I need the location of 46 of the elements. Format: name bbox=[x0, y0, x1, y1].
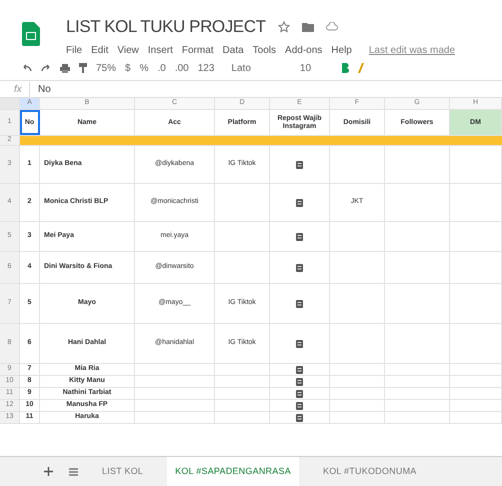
menu-item[interactable]: View bbox=[117, 42, 139, 58]
document-icon[interactable] bbox=[296, 160, 303, 168]
document-icon[interactable] bbox=[296, 366, 303, 374]
fx-label: fx bbox=[0, 82, 30, 96]
menu-item[interactable]: File bbox=[66, 42, 82, 58]
currency-button[interactable]: $ bbox=[125, 60, 131, 76]
menu-item[interactable]: Data bbox=[222, 42, 244, 58]
font-select[interactable]: Lato bbox=[231, 60, 251, 76]
print-icon[interactable] bbox=[60, 64, 70, 72]
redo-icon[interactable] bbox=[41, 64, 51, 72]
undo-icon[interactable] bbox=[22, 64, 32, 72]
menu-item[interactable]: Tools bbox=[252, 42, 276, 58]
menu-item[interactable]: Format bbox=[182, 42, 214, 58]
document-icon[interactable] bbox=[296, 264, 303, 272]
bold-icon[interactable] bbox=[341, 63, 350, 73]
document-icon[interactable] bbox=[296, 300, 303, 308]
sheet-list-icon[interactable] bbox=[69, 468, 78, 476]
document-icon[interactable] bbox=[296, 198, 303, 206]
menu-item[interactable]: Add-ons bbox=[285, 42, 322, 58]
document-icon[interactable] bbox=[296, 378, 303, 386]
increase-decimal-button[interactable]: .00 bbox=[174, 60, 189, 76]
menu-item[interactable]: Help bbox=[331, 42, 352, 58]
last-edit-link[interactable]: Last edit was made bbox=[368, 42, 456, 58]
sheet-tab[interactable]: KOL #TUKODONUMA bbox=[314, 457, 425, 486]
number-format-button[interactable]: 123 bbox=[198, 60, 214, 76]
zoom-select[interactable]: 75% bbox=[96, 60, 116, 76]
folder-icon[interactable] bbox=[302, 22, 314, 32]
sheets-logo-icon[interactable] bbox=[22, 22, 40, 46]
document-title[interactable]: LIST KOL TUKU PROJECT bbox=[66, 14, 266, 40]
add-sheet-icon[interactable] bbox=[44, 467, 53, 476]
star-icon[interactable] bbox=[278, 20, 290, 33]
document-icon[interactable] bbox=[296, 390, 303, 398]
decrease-decimal-button[interactable]: .0 bbox=[157, 60, 166, 76]
font-size-select[interactable]: 10 bbox=[300, 60, 312, 76]
document-icon[interactable] bbox=[296, 232, 303, 240]
menu-item[interactable]: Insert bbox=[148, 42, 173, 58]
percent-button[interactable]: % bbox=[140, 60, 148, 76]
sheet-tab[interactable]: LIST KOL bbox=[94, 457, 152, 486]
document-icon[interactable] bbox=[296, 414, 303, 422]
document-icon[interactable] bbox=[296, 402, 303, 410]
paint-format-icon[interactable] bbox=[79, 63, 87, 73]
sheet-tab[interactable]: KOL #SAPADENGANRASA bbox=[167, 457, 299, 486]
formula-input[interactable]: No bbox=[30, 82, 51, 96]
cloud-icon[interactable] bbox=[326, 22, 338, 32]
document-icon[interactable] bbox=[296, 340, 303, 348]
menu-item[interactable]: Edit bbox=[91, 42, 108, 58]
